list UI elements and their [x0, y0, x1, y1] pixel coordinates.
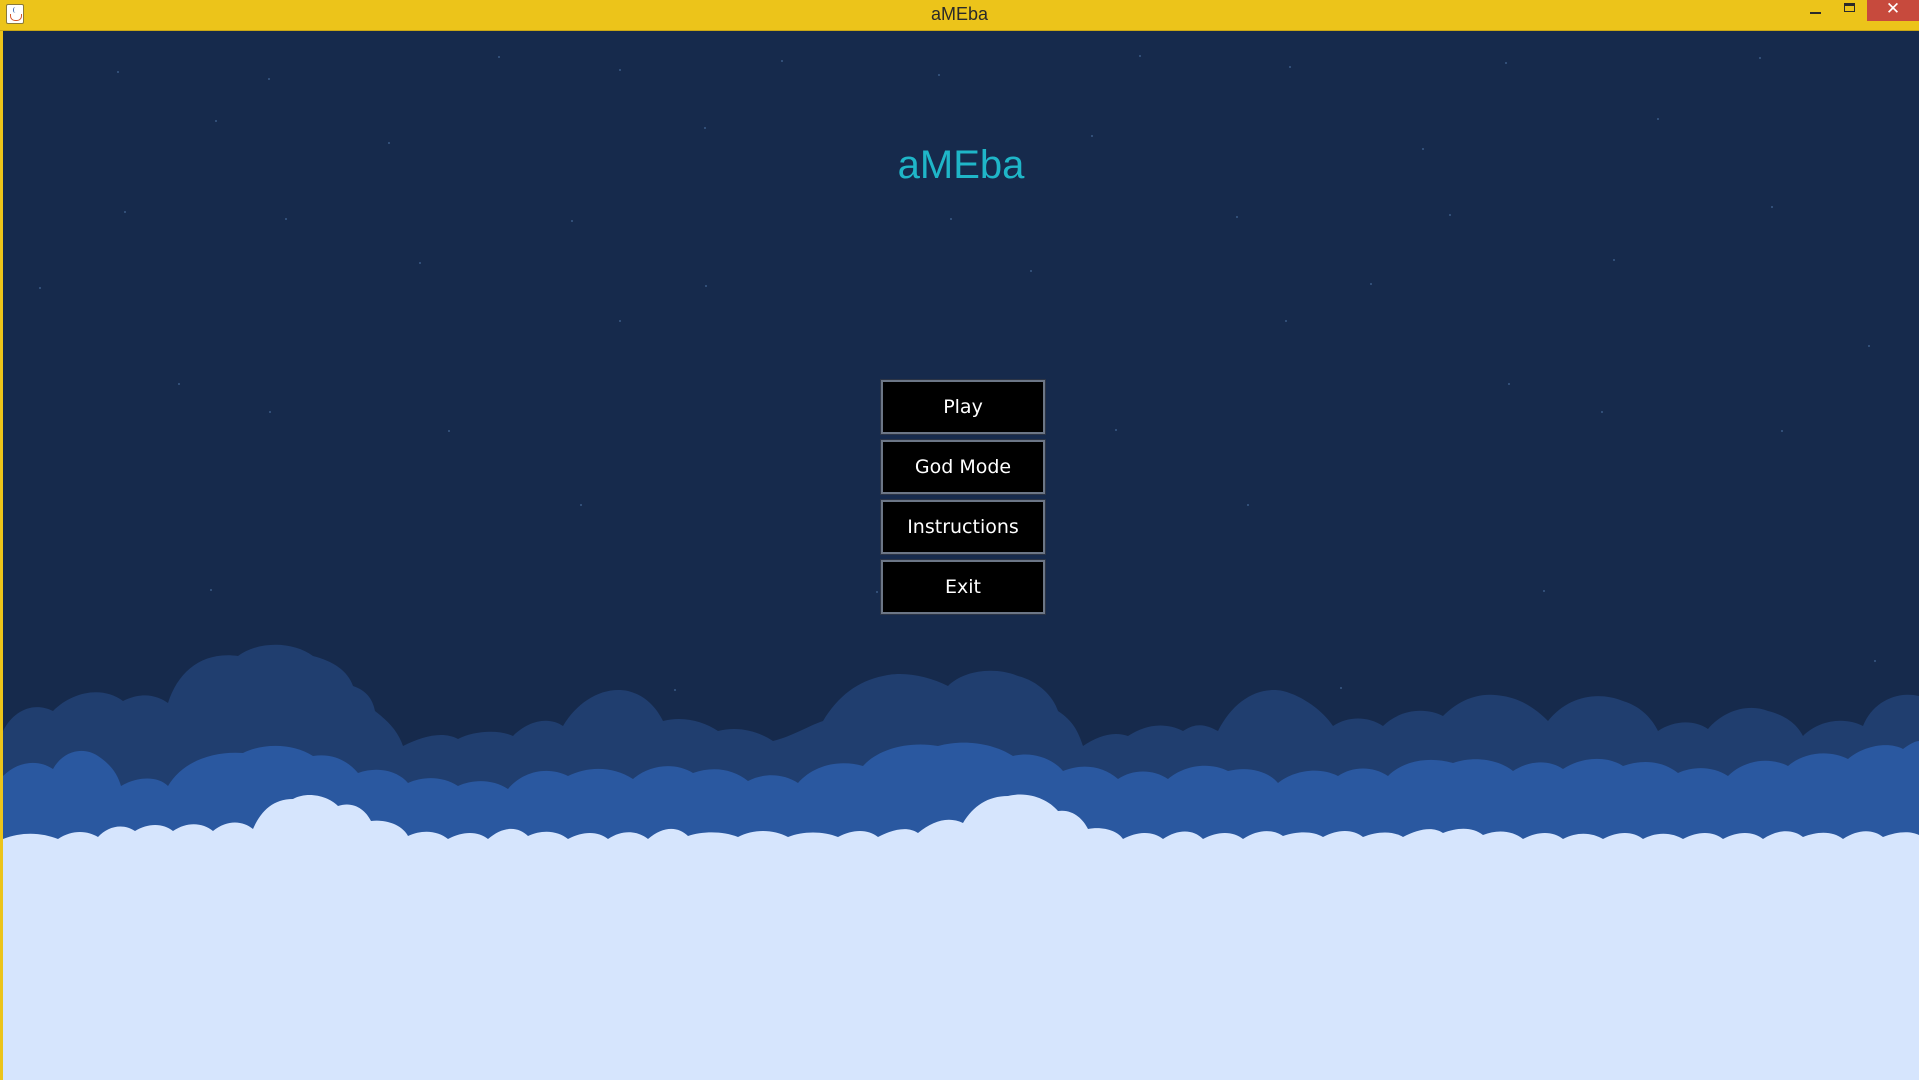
window-title: aMEba: [930, 4, 989, 24]
play-button[interactable]: Play: [880, 379, 1046, 435]
exit-button[interactable]: Exit: [880, 559, 1046, 615]
title-bar[interactable]: aMEba ✕: [0, 0, 1919, 31]
front-cloud-layer: [3, 794, 1919, 1080]
minimize-icon: [1810, 12, 1821, 14]
god-mode-button[interactable]: God Mode: [880, 439, 1046, 495]
game-canvas: aMEba Play God Mode Instructions Exit: [3, 31, 1919, 1080]
instructions-button[interactable]: Instructions: [880, 499, 1046, 555]
maximize-icon: [1844, 3, 1855, 12]
game-title: aMEba: [897, 143, 1025, 187]
application-window: aMEba ✕ aMEba Play God Mode Instructions…: [0, 0, 1919, 1080]
main-menu: Play God Mode Instructions Exit: [880, 379, 1046, 620]
close-icon: ✕: [1885, 0, 1901, 19]
maximize-button[interactable]: [1833, 0, 1867, 21]
close-button[interactable]: ✕: [1867, 0, 1919, 21]
minimize-button[interactable]: [1797, 0, 1833, 21]
